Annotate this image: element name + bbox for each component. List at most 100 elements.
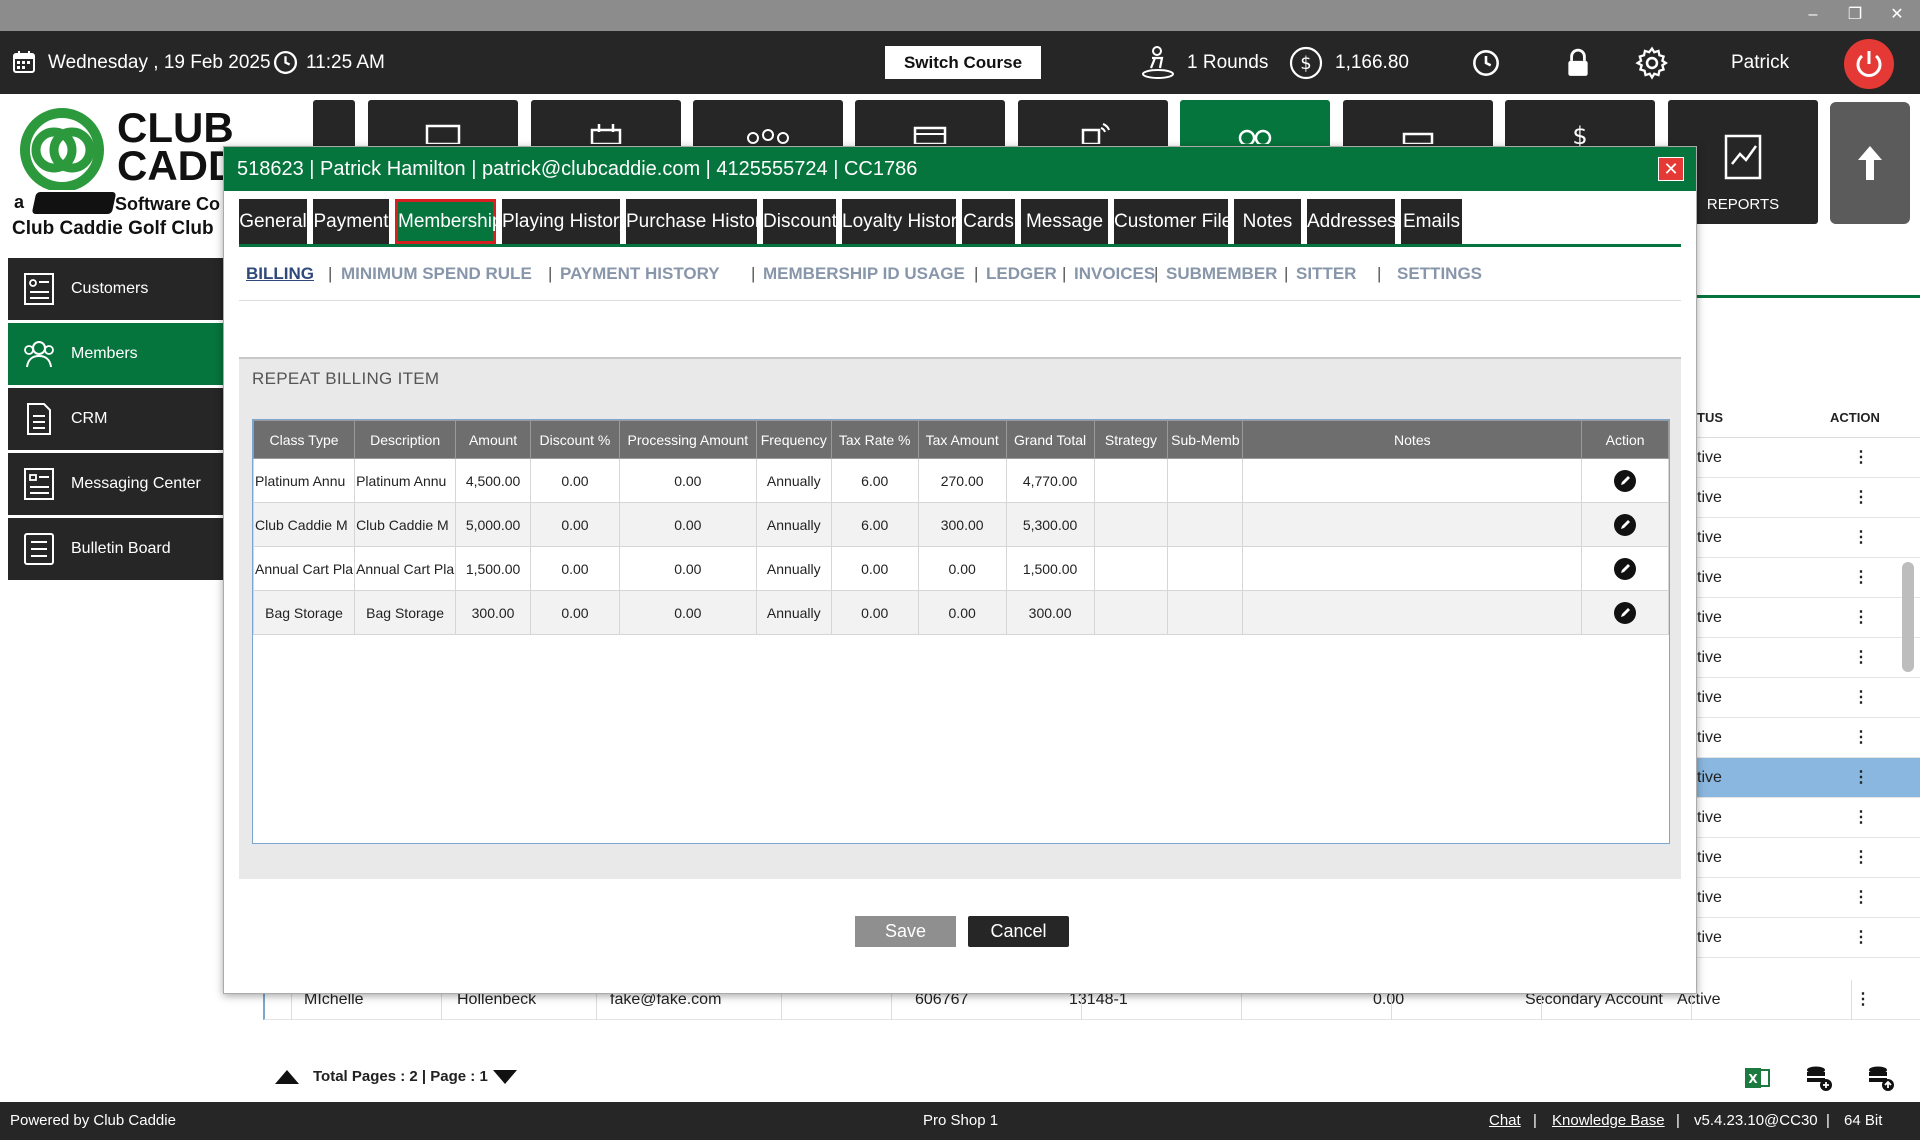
subtab-minimum-spend-rule[interactable]: MINIMUM SPEND RULE [341,259,532,289]
row-action-menu-icon[interactable]: ⋮ [1855,980,1871,1020]
column-header-class-type[interactable]: Class Type [252,420,356,459]
row-action-menu-icon[interactable]: ⋮ [1853,638,1869,678]
page-down-arrow-icon[interactable] [493,1070,517,1084]
minimize-button[interactable]: – [1799,4,1827,26]
switch-course-button[interactable]: Switch Course [885,46,1041,79]
action-column-header: ACTION [1830,410,1880,425]
subtab-membership-id-usage[interactable]: MEMBERSHIP ID USAGE [763,259,965,289]
row-action-menu-icon[interactable]: ⋮ [1853,558,1869,598]
sidebar-item-members[interactable]: Members [8,323,224,385]
column-divider [1851,980,1852,1020]
column-header-amount[interactable]: Amount [455,420,531,459]
subtab-invoices[interactable]: INVOICES [1074,259,1155,289]
row-status: tive [1697,489,1722,506]
row-action-menu-icon[interactable]: ⋮ [1853,518,1869,558]
tab-addresses[interactable]: Addresses [1307,199,1397,244]
arrow-up-icon [1858,146,1882,180]
subtab-sitter[interactable]: SITTER [1296,259,1356,289]
row-action-menu-icon[interactable]: ⋮ [1853,598,1869,638]
database-add-icon[interactable] [1805,1064,1833,1092]
tab-discount[interactable]: Discount [763,199,837,244]
billing-row[interactable]: Club Caddie M Club Caddie M 5,000.00 0.00 0.… [252,502,1669,547]
column-header-processing-amount[interactable]: Processing Amount [618,420,757,459]
tab-loyalty-history[interactable]: Loyalty History [842,199,967,244]
modal-close-button[interactable]: ✕ [1658,157,1684,181]
edit-pencil-icon[interactable] [1614,513,1637,536]
settings-gear-icon[interactable] [1635,46,1669,80]
billing-row[interactable]: Annual Cart Pla Annual Cart Pla 1,500.00 0.… [252,546,1669,591]
history-icon[interactable] [1472,49,1500,77]
cell-frequency: Annually [755,546,832,591]
scroll-up-tile[interactable] [1830,102,1910,224]
sidebar-item-crm[interactable]: CRM [8,388,224,450]
database-upload-icon[interactable] [1867,1064,1895,1092]
column-header-action[interactable]: Action [1581,420,1669,459]
svg-text:$: $ [1572,122,1587,146]
cell-action [1581,546,1669,591]
edit-pencil-icon[interactable] [1614,601,1637,624]
tab-emails[interactable]: Emails [1401,199,1462,244]
row-action-menu-icon[interactable]: ⋮ [1853,838,1869,878]
tab-message[interactable]: Message [1021,199,1108,244]
logo-tagline: Software Co [115,194,221,214]
page-up-arrow-icon[interactable] [275,1070,299,1084]
user-name[interactable]: Patrick [1731,31,1789,94]
lock-icon[interactable] [1565,48,1591,78]
row-action-menu-icon[interactable]: ⋮ [1853,478,1869,518]
row-action-menu-icon[interactable]: ⋮ [1853,758,1869,798]
edit-pencil-icon[interactable] [1614,469,1637,492]
cell-sub-member [1167,546,1244,591]
cash-balance[interactable]: 1,166.80 [1335,31,1409,94]
column-header-notes[interactable]: Notes [1242,420,1583,459]
row-action-menu-icon[interactable]: ⋮ [1853,798,1869,838]
row-action-menu-icon[interactable]: ⋮ [1853,678,1869,718]
sidebar-item-bulletin-board[interactable]: Bulletin Board [8,518,224,580]
chat-link[interactable]: Chat [1489,1102,1521,1140]
column-header-tax-rate[interactable]: Tax Rate % [830,420,919,459]
cell-amount: 300.00 [455,590,531,635]
excel-export-icon[interactable]: X [1743,1064,1771,1092]
subtab-payment-history[interactable]: PAYMENT HISTORY [560,259,720,289]
cancel-button[interactable]: Cancel [968,916,1069,947]
save-button[interactable]: Save [855,916,956,947]
tab-membership[interactable]: Membership [395,199,503,244]
tab-purchase-history[interactable]: Purchase History [626,199,771,244]
tab-general[interactable]: General [239,199,307,244]
status-column-header: TUS [1697,410,1723,425]
subtab-settings[interactable]: SETTINGS [1397,259,1482,289]
row-action-menu-icon[interactable]: ⋮ [1853,718,1869,758]
row-action-menu-icon[interactable]: ⋮ [1853,438,1869,478]
column-header-sub-memb[interactable]: Sub-Memb [1167,420,1244,459]
restore-button[interactable]: ❐ [1841,4,1869,26]
subtab-submember[interactable]: SUBMEMBER [1166,259,1277,289]
rounds-count[interactable]: 1 Rounds [1187,31,1268,94]
sidebar-item-customers[interactable]: Customers [8,258,224,320]
power-button[interactable] [1844,39,1894,89]
column-header-description[interactable]: Description [354,420,457,459]
row-action-menu-icon[interactable]: ⋮ [1853,878,1869,918]
sidebar: Customers Members CRM Messaging Center B… [8,258,224,583]
knowledge-base-link[interactable]: Knowledge Base [1552,1102,1665,1140]
billing-row[interactable]: Bag Storage Bag Storage 300.00 0.00 0.00 Annu… [252,590,1669,635]
vertical-scrollbar[interactable] [1902,562,1914,672]
tab-notes[interactable]: Notes [1234,199,1301,244]
svg-text:$: $ [1300,53,1311,74]
column-header-frequency[interactable]: Frequency [755,420,832,459]
subtab-ledger[interactable]: LEDGER [986,259,1057,289]
tab-customer-file[interactable]: Customer File [1114,199,1232,244]
edit-pencil-icon[interactable] [1614,557,1637,580]
column-header-tax-amount[interactable]: Tax Amount [917,420,1007,459]
column-header-discount[interactable]: Discount % [530,420,620,459]
column-header-grand-total[interactable]: Grand Total [1005,420,1095,459]
club-caddie-logo-mark [20,108,104,190]
tab-playing-history[interactable]: Playing History [502,199,629,244]
column-header-strategy[interactable]: Strategy [1093,420,1169,459]
subtab-billing[interactable]: BILLING [246,259,314,289]
row-status: tive [1697,449,1722,466]
sidebar-item-messaging-center[interactable]: Messaging Center [8,453,224,515]
tab-payment[interactable]: Payment [313,199,389,244]
row-action-menu-icon[interactable]: ⋮ [1853,918,1869,958]
billing-row[interactable]: Platinum Annu Platinum Annu 4,500.00 0.00 0.… [252,458,1669,503]
tab-cards[interactable]: Cards [962,199,1015,244]
window-close-button[interactable]: ✕ [1883,4,1911,26]
